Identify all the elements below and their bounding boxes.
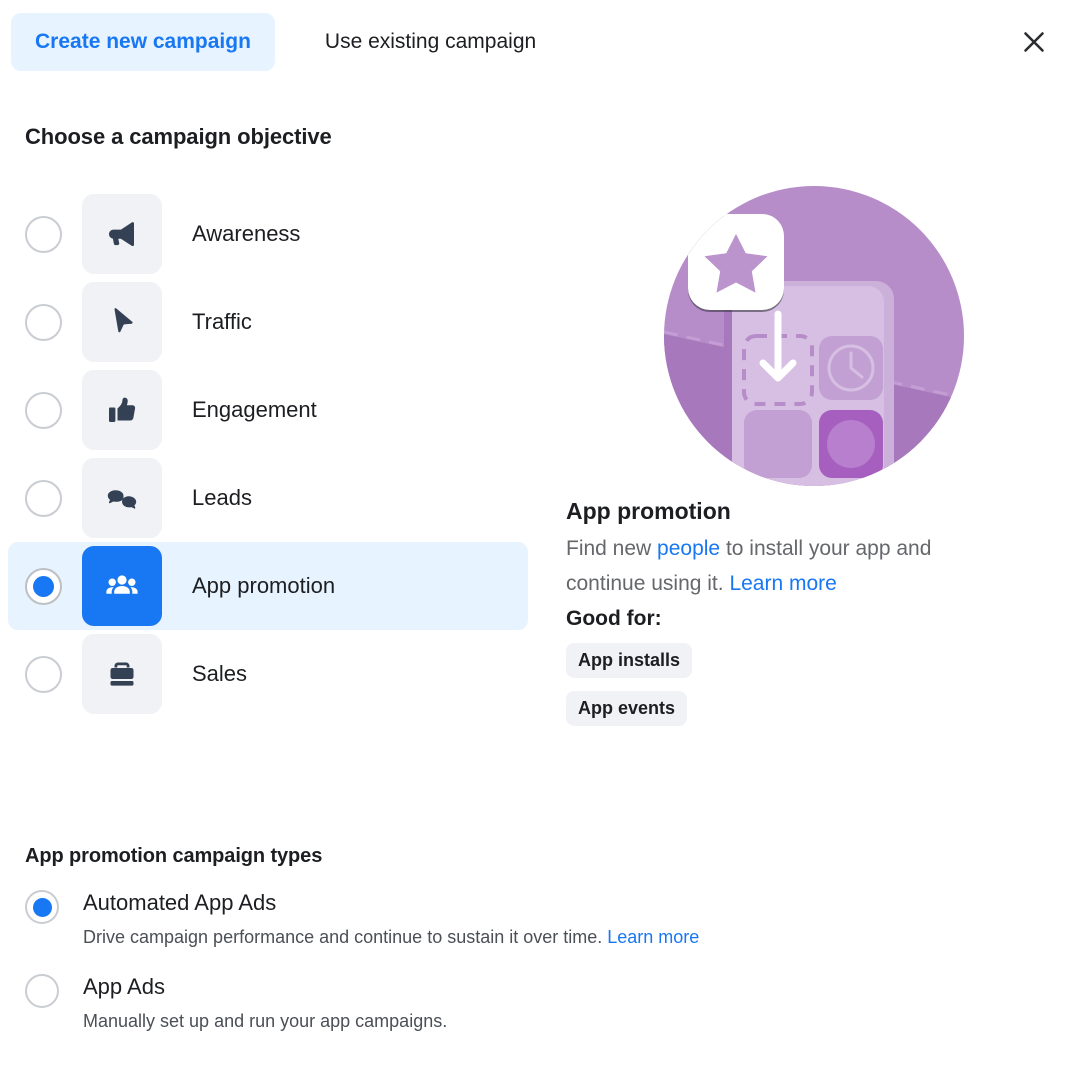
objective-icon-tile-awareness <box>82 194 162 274</box>
objective-icon-tile-app-promotion <box>82 546 162 626</box>
campaign-type-desc-app-ads: Manually set up and run your app campaig… <box>83 1011 448 1031</box>
campaign-type-label-app-ads: App Ads <box>83 974 165 999</box>
good-for-pill-list: App installs App events <box>566 643 1026 739</box>
radio-sales[interactable] <box>25 655 62 693</box>
objective-row-leads[interactable]: Leads <box>8 454 528 542</box>
people-link[interactable]: people <box>657 537 720 560</box>
detail-title: App promotion <box>566 498 731 524</box>
objective-row-sales[interactable]: Sales <box>8 630 528 718</box>
radio-automated-app-ads[interactable] <box>25 890 59 924</box>
objective-row-traffic[interactable]: Traffic <box>8 278 528 366</box>
page-title: Choose a campaign objective <box>25 124 332 149</box>
objective-label-awareness: Awareness <box>192 221 301 246</box>
people-group-icon <box>103 567 141 605</box>
radio-app-promotion[interactable] <box>25 567 62 605</box>
campaign-type-row-automated-app-ads[interactable]: Automated App Ads Drive campaign perform… <box>25 888 1025 950</box>
campaign-type-desc-automated-app-ads: Drive campaign performance and continue … <box>83 924 699 950</box>
close-button[interactable] <box>1014 22 1054 62</box>
app-promotion-illustration <box>664 186 964 486</box>
tab-create-new-campaign[interactable]: Create new campaign <box>11 13 275 71</box>
objective-label-sales: Sales <box>192 661 248 686</box>
objective-icon-tile-leads <box>82 458 162 538</box>
speech-bubbles-icon <box>104 480 140 516</box>
objective-row-app-promotion[interactable]: App promotion <box>8 542 528 630</box>
objective-detail-panel: App promotion Find new people to install… <box>566 186 1026 739</box>
objective-label-engagement: Engagement <box>192 397 317 422</box>
objective-label-leads: Leads <box>192 485 252 510</box>
good-for-label: Good for: <box>566 607 662 630</box>
campaign-objective-dialog: Create new campaign Use existing campaig… <box>0 0 1080 1073</box>
good-for-pill-app-installs: App installs <box>566 643 693 678</box>
good-for-pill-app-events: App events <box>566 691 688 726</box>
detail-description-part1: Find new <box>566 537 658 560</box>
detail-description: Find new people to install your app and … <box>566 531 1016 601</box>
objective-icon-tile-traffic <box>82 282 162 362</box>
objective-list: Awareness Traffic Engagement Leads App p… <box>8 190 528 718</box>
close-icon <box>1021 29 1047 55</box>
radio-engagement[interactable] <box>25 391 62 429</box>
thumbs-up-icon <box>104 392 140 428</box>
campaign-types-title: App promotion campaign types <box>25 845 323 867</box>
campaign-type-desc-text: Drive campaign performance and continue … <box>83 927 608 947</box>
megaphone-icon <box>104 216 140 252</box>
objective-icon-tile-engagement <box>82 370 162 450</box>
campaign-type-label-automated-app-ads: Automated App Ads <box>83 890 277 915</box>
tab-bar: Create new campaign Use existing campaig… <box>0 0 1080 84</box>
radio-awareness[interactable] <box>25 215 62 253</box>
automated-app-ads-learn-more-link[interactable]: Learn more <box>607 927 699 947</box>
objective-row-awareness[interactable]: Awareness <box>8 190 528 278</box>
campaign-types-list: Automated App Ads Drive campaign perform… <box>25 888 1025 1056</box>
objective-label-app-promotion: App promotion <box>192 573 336 598</box>
objective-row-engagement[interactable]: Engagement <box>8 366 528 454</box>
briefcase-icon <box>104 656 140 692</box>
radio-leads[interactable] <box>25 479 62 517</box>
cursor-arrow-icon <box>104 304 140 340</box>
radio-traffic[interactable] <box>25 303 62 341</box>
tab-use-existing-campaign[interactable]: Use existing campaign <box>311 13 550 71</box>
objective-icon-tile-sales <box>82 634 162 714</box>
detail-learn-more-link[interactable]: Learn more <box>729 572 836 595</box>
campaign-type-row-app-ads[interactable]: App Ads Manually set up and run your app… <box>25 972 1025 1034</box>
objective-label-traffic: Traffic <box>192 309 252 334</box>
radio-app-ads[interactable] <box>25 974 59 1008</box>
